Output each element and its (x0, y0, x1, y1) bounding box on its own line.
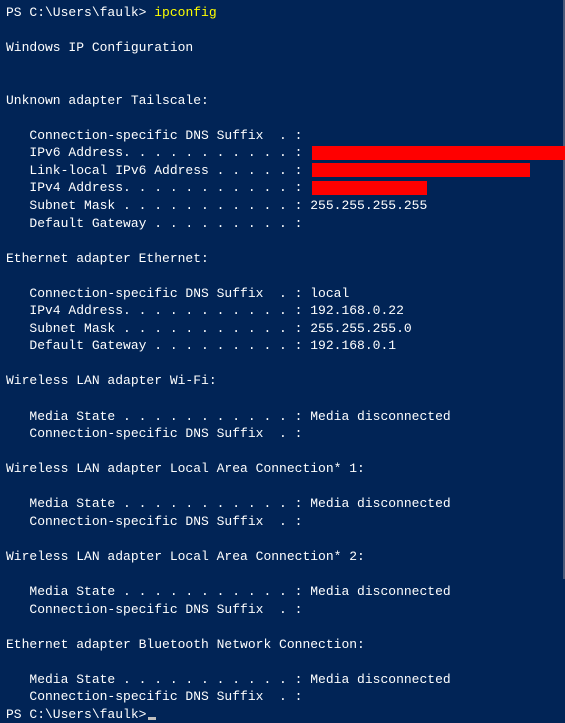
row-label: Media State . . . . . . . . . . . : (6, 672, 302, 687)
terminal-line: Subnet Mask . . . . . . . . . . . : 255.… (6, 320, 557, 338)
terminal-line: Link-local IPv6 Address . . . . . : (6, 162, 557, 180)
blank-line (6, 530, 557, 548)
row-label: Default Gateway . . . . . . . . . : (6, 216, 302, 231)
command: ipconfig (154, 5, 216, 20)
terminal-line: Unknown adapter Tailscale: (6, 92, 557, 110)
blank-line (6, 267, 557, 285)
row-label: IPv4 Address. . . . . . . . . . . : (6, 180, 302, 195)
row-label: Media State . . . . . . . . . . . : (6, 584, 302, 599)
blank-line (6, 355, 557, 373)
row-label: Subnet Mask . . . . . . . . . . . : (6, 321, 302, 336)
row-label: Subnet Mask . . . . . . . . . . . : (6, 198, 302, 213)
row-label: Default Gateway . . . . . . . . . : (6, 338, 302, 353)
terminal-line: IPv6 Address. . . . . . . . . . . : (6, 144, 557, 162)
terminal-line: Ethernet adapter Ethernet: (6, 250, 557, 268)
adapter-title: Wireless LAN adapter Local Area Connecti… (6, 461, 365, 476)
terminal-line: Default Gateway . . . . . . . . . : 192.… (6, 337, 557, 355)
blank-line (6, 618, 557, 636)
terminal-line: IPv4 Address. . . . . . . . . . . : (6, 179, 557, 197)
prompt-prefix: PS C:\Users\faulk> (6, 707, 146, 722)
terminal-line: Wireless LAN adapter Wi-Fi: (6, 372, 557, 390)
terminal-line: Media State . . . . . . . . . . . : Medi… (6, 408, 557, 426)
row-value: Media disconnected (302, 584, 450, 599)
row-label: Connection-specific DNS Suffix . : (6, 426, 302, 441)
row-value: 255.255.255.255 (302, 198, 427, 213)
adapter-title: Wireless LAN adapter Local Area Connecti… (6, 549, 365, 564)
terminal-line: Wireless LAN adapter Local Area Connecti… (6, 460, 557, 478)
terminal-output: PS C:\Users\faulk> ipconfig Windows IP C… (6, 4, 557, 723)
terminal-line: Ethernet adapter Bluetooth Network Conne… (6, 636, 557, 654)
row-label: Media State . . . . . . . . . . . : (6, 496, 302, 511)
terminal-line: Connection-specific DNS Suffix . : (6, 513, 557, 531)
row-value: Media disconnected (302, 409, 450, 424)
row-label: Connection-specific DNS Suffix . : (6, 286, 302, 301)
row-value: 255.255.255.0 (302, 321, 411, 336)
blank-line (6, 443, 557, 461)
ipconfig-header: Windows IP Configuration (6, 40, 193, 55)
blank-line (6, 109, 557, 127)
row-label: Link-local IPv6 Address . . . . . : (6, 163, 302, 178)
terminal-line: Subnet Mask . . . . . . . . . . . : 255.… (6, 197, 557, 215)
terminal-line: Connection-specific DNS Suffix . : (6, 425, 557, 443)
blank-line (6, 22, 557, 40)
terminal-line: PS C:\Users\faulk> (6, 706, 557, 723)
adapter-title: Unknown adapter Tailscale: (6, 93, 209, 108)
row-label: Connection-specific DNS Suffix . : (6, 128, 302, 143)
row-label: Connection-specific DNS Suffix . : (6, 689, 302, 704)
prompt-prefix: PS C:\Users\faulk> (6, 5, 154, 20)
blank-line (6, 232, 557, 250)
row-value: 192.168.0.22 (302, 303, 403, 318)
adapter-title: Ethernet adapter Bluetooth Network Conne… (6, 637, 365, 652)
terminal-line: Windows IP Configuration (6, 39, 557, 57)
blank-line (6, 57, 557, 75)
row-label: Media State . . . . . . . . . . . : (6, 409, 302, 424)
row-value: Media disconnected (302, 496, 450, 511)
terminal-line: Media State . . . . . . . . . . . : Medi… (6, 495, 557, 513)
row-value: 192.168.0.1 (302, 338, 396, 353)
terminal-line: Media State . . . . . . . . . . . : Medi… (6, 671, 557, 689)
blank-line (6, 74, 557, 92)
spacer (302, 145, 310, 160)
terminal-line: Connection-specific DNS Suffix . : (6, 601, 557, 619)
adapter-title: Ethernet adapter Ethernet: (6, 251, 209, 266)
terminal-line: Connection-specific DNS Suffix . : (6, 127, 557, 145)
spacer (302, 180, 310, 195)
terminal-line: Connection-specific DNS Suffix . : local (6, 285, 557, 303)
terminal-line: Connection-specific DNS Suffix . : (6, 688, 557, 706)
redacted-value (312, 163, 530, 177)
terminal-line: PS C:\Users\faulk> ipconfig (6, 4, 557, 22)
row-value: local (302, 286, 349, 301)
redacted-value (312, 181, 427, 195)
blank-line (6, 478, 557, 496)
adapter-title: Wireless LAN adapter Wi-Fi: (6, 373, 217, 388)
row-value: Media disconnected (302, 672, 450, 687)
spacer (302, 163, 310, 178)
terminal-line: IPv4 Address. . . . . . . . . . . : 192.… (6, 302, 557, 320)
terminal-line: Default Gateway . . . . . . . . . : (6, 215, 557, 233)
row-label: IPv6 Address. . . . . . . . . . . : (6, 145, 302, 160)
row-label: IPv4 Address. . . . . . . . . . . : (6, 303, 302, 318)
row-label: Connection-specific DNS Suffix . : (6, 514, 302, 529)
terminal-line: Wireless LAN adapter Local Area Connecti… (6, 548, 557, 566)
redacted-value (312, 146, 565, 160)
blank-line (6, 653, 557, 671)
cursor (148, 717, 156, 720)
blank-line (6, 566, 557, 584)
row-label: Connection-specific DNS Suffix . : (6, 602, 302, 617)
terminal-line: Media State . . . . . . . . . . . : Medi… (6, 583, 557, 601)
blank-line (6, 390, 557, 408)
